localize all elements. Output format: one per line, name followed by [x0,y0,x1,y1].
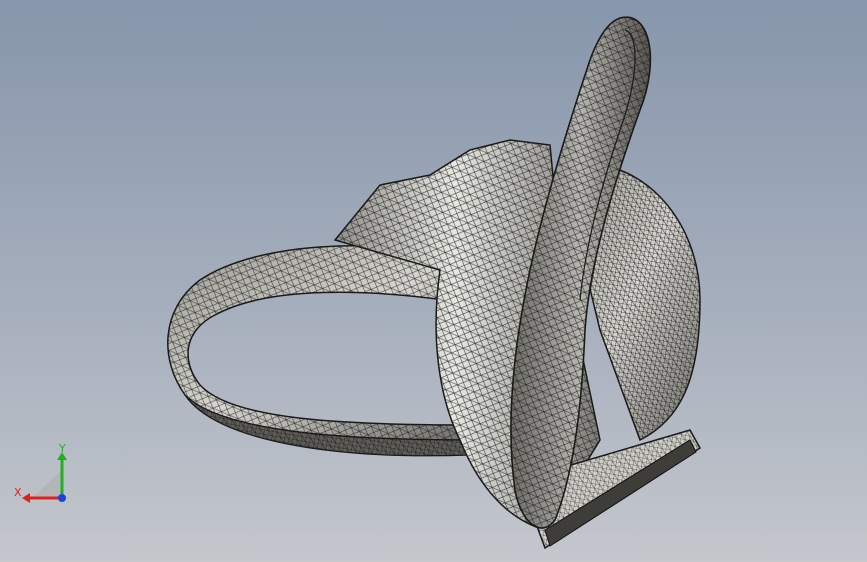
x-axis-head [22,493,30,503]
mesh-model[interactable] [0,0,867,562]
handle-loop [167,245,471,457]
x-axis-label: X [14,486,22,499]
triad-plane [32,470,62,498]
z-axis-dot [58,494,66,502]
y-axis-label: Y [58,442,66,455]
graphics-viewport[interactable]: Y X [0,0,867,562]
axis-triad: Y X [14,442,67,503]
